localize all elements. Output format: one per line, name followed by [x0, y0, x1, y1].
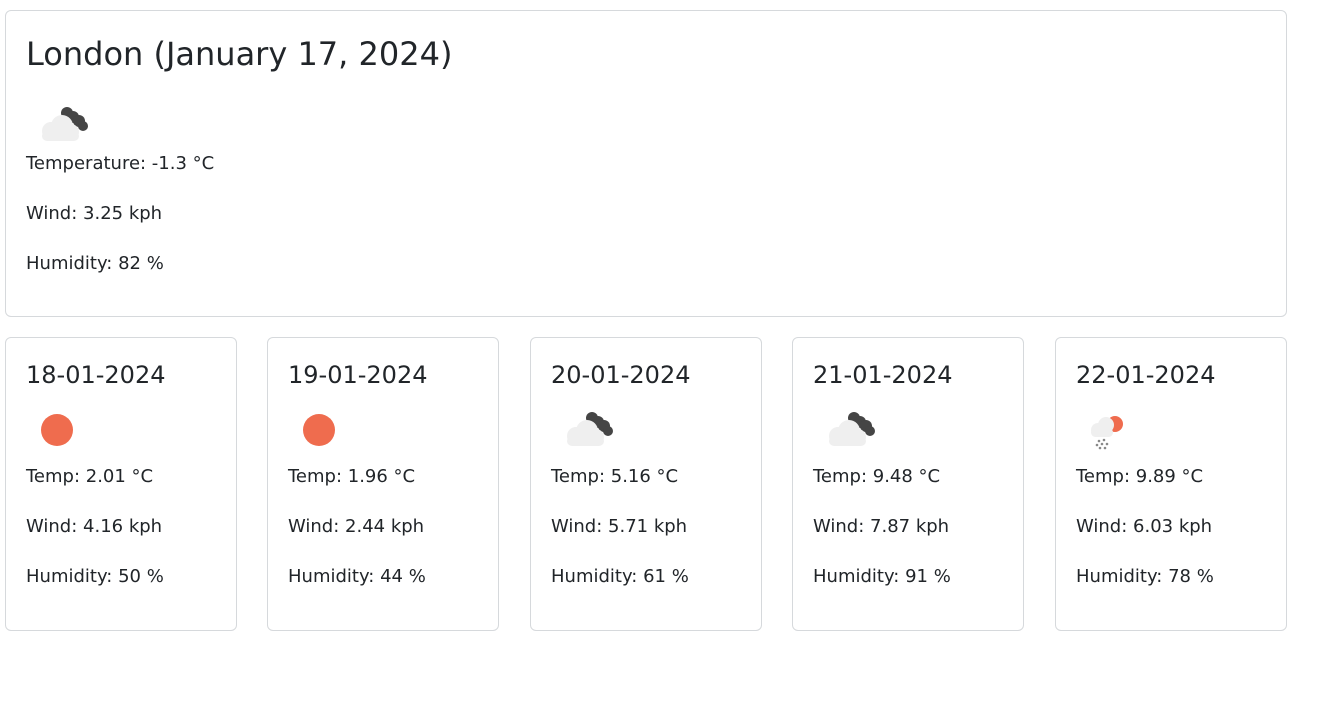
forecast-humidity: Humidity: 50 % — [26, 566, 164, 587]
current-temperature: Temperature: -1.3 °C — [26, 153, 215, 174]
forecast-card: 19-01-2024 Temp: 1.96 °C Wind: 2.44 kph … — [267, 337, 499, 631]
forecast-temp: Temp: 2.01 °C — [26, 466, 154, 487]
current-humidity: Humidity: 82 % — [26, 253, 164, 274]
sun-icon — [293, 404, 357, 454]
forecast-date: 20-01-2024 — [551, 361, 691, 389]
forecast-temp: Temp: 5.16 °C — [551, 466, 679, 487]
forecast-humidity: Humidity: 61 % — [551, 566, 689, 587]
cloudy-icon — [556, 404, 620, 454]
forecast-wind: Wind: 4.16 kph — [26, 516, 163, 537]
forecast-wind: Wind: 2.44 kph — [288, 516, 425, 537]
rain-sun-icon — [1081, 404, 1145, 454]
forecast-temp: Temp: 1.96 °C — [288, 466, 416, 487]
forecast-card: 18-01-2024 Temp: 2.01 °C Wind: 4.16 kph … — [5, 337, 237, 631]
current-weather-card: London (January 17, 2024) Temperature: -… — [5, 10, 1287, 317]
cloudy-icon — [31, 99, 95, 149]
forecast-date: 18-01-2024 — [26, 361, 166, 389]
forecast-card: 20-01-2024 Temp: 5.16 °C Wind: 5.71 kph … — [530, 337, 762, 631]
forecast-temp: Temp: 9.48 °C — [813, 466, 941, 487]
sun-icon — [31, 404, 95, 454]
forecast-date: 22-01-2024 — [1076, 361, 1216, 389]
forecast-wind: Wind: 6.03 kph — [1076, 516, 1213, 537]
forecast-temp: Temp: 9.89 °C — [1076, 466, 1204, 487]
forecast-humidity: Humidity: 44 % — [288, 566, 426, 587]
forecast-card: 21-01-2024 Temp: 9.48 °C Wind: 7.87 kph … — [792, 337, 1024, 631]
forecast-date: 19-01-2024 — [288, 361, 428, 389]
cloudy-icon — [818, 404, 882, 454]
forecast-wind: Wind: 5.71 kph — [551, 516, 688, 537]
forecast-date: 21-01-2024 — [813, 361, 953, 389]
current-city-title: London (January 17, 2024) — [26, 35, 453, 73]
forecast-humidity: Humidity: 91 % — [813, 566, 951, 587]
forecast-card: 22-01-2024 Temp: 9.89 °C Wind: 6.03 kph … — [1055, 337, 1287, 631]
current-wind: Wind: 3.25 kph — [26, 203, 163, 224]
forecast-wind: Wind: 7.87 kph — [813, 516, 950, 537]
forecast-humidity: Humidity: 78 % — [1076, 566, 1214, 587]
